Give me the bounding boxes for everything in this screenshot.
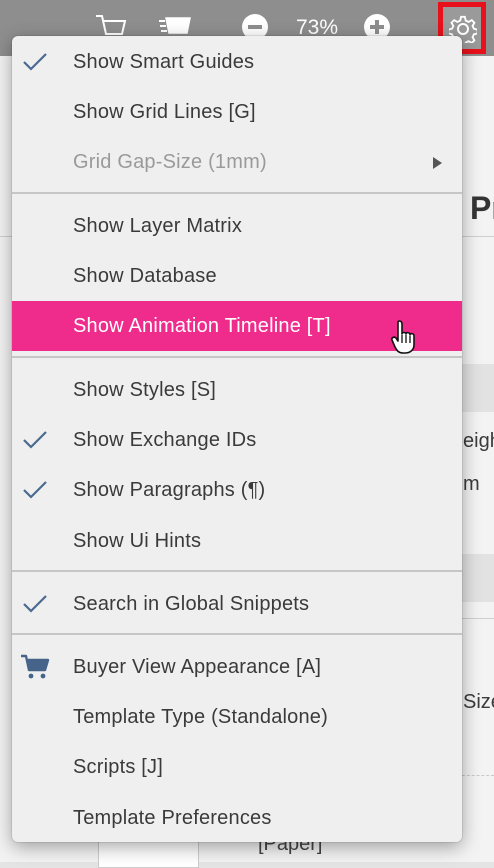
menu-item-label: Show Styles [S] — [73, 379, 217, 401]
menu-item-label: Template Type (Standalone) — [73, 706, 328, 728]
menu-item-template-preferences[interactable]: Template Preferences — [12, 794, 462, 842]
menu-item-label: Show Ui Hints — [73, 530, 202, 552]
submenu-arrow-icon — [433, 157, 442, 169]
panel-divider — [462, 775, 494, 776]
menu-item-grid-gap-size[interactable]: Grid Gap-Size (1mm) — [12, 138, 462, 186]
menu-item-label: Show Grid Lines [G] — [73, 101, 256, 123]
menu-item-label: Show Paragraphs (¶) — [73, 479, 266, 501]
cart-icon — [21, 654, 50, 679]
page-heading-fragment: Pr — [470, 190, 494, 226]
field-label-fragment: Size — [463, 691, 494, 713]
menu-separator — [12, 633, 462, 635]
settings-menu: Show Smart Guides Show Grid Lines [G] Gr… — [12, 36, 462, 842]
menu-item-show-layer-matrix[interactable]: Show Layer Matrix — [12, 202, 462, 250]
panel-strip — [462, 364, 494, 412]
menu-item-show-ui-hints[interactable]: Show Ui Hints — [12, 517, 462, 565]
menu-item-show-paragraphs[interactable]: Show Paragraphs (¶) — [12, 466, 462, 514]
menu-item-show-grid-lines[interactable]: Show Grid Lines [G] — [12, 88, 462, 136]
checkmark-icon — [23, 431, 47, 449]
checkmark-icon — [23, 53, 47, 71]
panel-strip — [462, 554, 494, 602]
menu-item-label: Grid Gap-Size (1mm) — [73, 151, 267, 173]
checkmark-icon — [23, 595, 47, 613]
menu-item-label: Search in Global Snippets — [73, 593, 310, 615]
menu-item-label: Show Animation Timeline [T] — [73, 315, 331, 337]
menu-item-label: Scripts [J] — [73, 756, 163, 778]
menu-item-show-styles[interactable]: Show Styles [S] — [12, 366, 462, 414]
hand-cursor-icon — [391, 320, 415, 354]
menu-item-label: Template Preferences — [73, 807, 272, 829]
menu-separator — [12, 570, 462, 572]
menu-item-label: Show Layer Matrix — [73, 215, 243, 237]
panel-divider — [462, 618, 494, 619]
menu-separator — [12, 192, 462, 194]
menu-item-scripts[interactable]: Scripts [J] — [12, 743, 462, 791]
menu-item-show-smart-guides[interactable]: Show Smart Guides — [12, 38, 462, 86]
field-value-fragment: m — [463, 473, 480, 495]
menu-item-show-exchange-ids[interactable]: Show Exchange IDs — [12, 416, 462, 464]
menu-item-buyer-view-appearance[interactable]: Buyer View Appearance [A] — [12, 643, 462, 691]
menu-item-label: Buyer View Appearance [A] — [73, 656, 322, 678]
field-label-fragment: eigh — [463, 430, 494, 452]
menu-separator — [12, 356, 462, 358]
menu-item-template-type[interactable]: Template Type (Standalone) — [12, 693, 462, 741]
menu-item-search-global-snippets[interactable]: Search in Global Snippets — [12, 580, 462, 628]
menu-item-label: Show Exchange IDs — [73, 429, 257, 451]
menu-item-show-database[interactable]: Show Database — [12, 252, 462, 300]
menu-item-label: Show Database — [73, 265, 217, 287]
checkmark-icon — [23, 481, 47, 499]
menu-item-label: Show Smart Guides — [73, 51, 255, 73]
